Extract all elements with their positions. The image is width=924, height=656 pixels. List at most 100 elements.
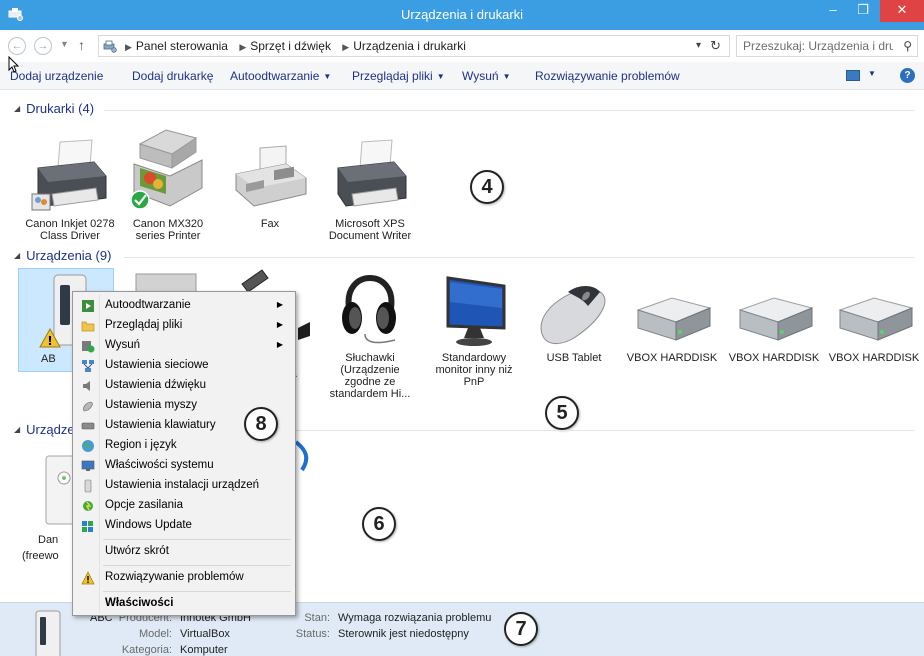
collapse-triangle-icon[interactable]: ◢: [14, 104, 20, 113]
menu-item-troubleshoot[interactable]: Rozwiązywanie problemów: [75, 568, 293, 588]
group-devices-label: Urządzenia (9): [26, 248, 112, 263]
address-bar: ← → ▼ ↑ ▶ Panel sterowania ▶ Sprzęt i dźwi…: [0, 30, 924, 62]
submenu-arrow-icon: ▶: [276, 340, 283, 349]
minimize-button[interactable]: –: [818, 0, 848, 22]
help-icon[interactable]: ?: [900, 68, 915, 83]
devices-and-printers-window: Urządzenia i drukarki – ❐ ✕ ← → ▼ ↑ ▶ Pan…: [0, 0, 924, 656]
browse-files-button[interactable]: Przeglądaj pliki ▼: [352, 69, 445, 83]
group-header-other[interactable]: ◢ Urządze: [14, 422, 75, 438]
svg-text:!: !: [47, 334, 52, 348]
callout-6: 6: [362, 507, 396, 541]
autoplay-label: Autoodtwarzanie: [230, 69, 320, 83]
menu-item-browse-files[interactable]: Przeglądaj pliki ▶: [75, 316, 293, 336]
chevron-down-icon: ▼: [502, 72, 511, 81]
callout-8: 8: [244, 407, 278, 441]
address-dropdown-icon[interactable]: ▾: [696, 40, 701, 51]
chevron-down-icon: ▼: [436, 72, 445, 81]
folder-icon: [81, 321, 95, 332]
group-other-label: Urządze: [26, 422, 75, 437]
breadcrumb-control-panel[interactable]: Panel sterowania: [136, 39, 228, 53]
menu-item-windows-update[interactable]: Windows Update: [75, 516, 293, 536]
menu-item-label: Właściwości: [105, 597, 174, 609]
network-icon: [82, 360, 94, 372]
breadcrumb-separator-icon: ▶: [239, 42, 247, 52]
menu-item-eject[interactable]: Wysuń ▶: [75, 336, 293, 356]
details-category-label: Kategoria:: [121, 644, 172, 656]
callout-7: 7: [504, 612, 538, 646]
menu-item-power-options[interactable]: Opcje zasilania: [75, 496, 293, 516]
search-input[interactable]: Przeszukaj: Urządzenia i druka... ⚲: [736, 35, 918, 57]
device-canon-mx320[interactable]: Canon MX320 series Printer: [120, 126, 216, 242]
device-standard-monitor[interactable]: Standardowy monitor inny niż PnP: [426, 268, 522, 388]
menu-item-create-shortcut[interactable]: Utwórz skrót: [75, 542, 293, 562]
menu-item-autoplay[interactable]: Autoodtwarzanie ▶: [75, 296, 293, 316]
details-status-value: Sterownik jest niedostępny: [338, 628, 469, 640]
change-view-icon[interactable]: [846, 70, 860, 81]
close-button[interactable]: ✕: [880, 0, 924, 22]
eject-button[interactable]: Wysuń ▼: [462, 69, 511, 83]
maximize-button[interactable]: ❐: [848, 0, 878, 22]
add-printer-button[interactable]: Dodaj drukarkę: [132, 69, 213, 83]
add-device-label: Dodaj urządzenie: [10, 69, 104, 83]
menu-item-label: Przeglądaj pliki: [105, 319, 183, 331]
device-headphones[interactable]: Słuchawki (Urządzenie zgodne ze standard…: [322, 268, 418, 400]
globe-icon: [82, 440, 94, 452]
back-button[interactable]: ←: [8, 37, 26, 55]
search-icon[interactable]: ⚲: [903, 39, 912, 53]
autoplay-button[interactable]: Autoodtwarzanie ▼: [230, 69, 331, 83]
menu-item-network-settings[interactable]: Ustawienia sieciowe: [75, 356, 293, 376]
menu-item-properties[interactable]: Właściwości: [75, 594, 293, 614]
device-fax[interactable]: Fax: [222, 134, 318, 230]
speaker-icon: [83, 381, 90, 391]
refresh-icon[interactable]: ↻: [710, 38, 721, 54]
device-canon-inkjet[interactable]: Canon Inkjet 0278 Class Driver: [22, 134, 118, 242]
forward-button[interactable]: →: [34, 37, 52, 55]
group-printers-label: Drukarki (4): [26, 101, 95, 116]
computer-tower-icon: [35, 610, 61, 656]
menu-item-label: Ustawienia klawiatury: [105, 419, 216, 431]
device-label: VBOX HARDDISK: [728, 352, 820, 364]
group-divider: [124, 257, 914, 258]
hard-disk-icon: [624, 268, 720, 348]
mouse-cursor-icon: [8, 56, 20, 73]
details-category-value: Komputer: [180, 644, 228, 656]
chevron-down-icon: ▼: [323, 72, 332, 81]
device-vbox-harddisk-3[interactable]: VBOX HARDDISK: [826, 268, 922, 364]
windows-update-icon: [82, 521, 93, 532]
menu-item-label: Ustawienia myszy: [105, 399, 198, 411]
collapse-triangle-icon[interactable]: ◢: [14, 425, 20, 434]
troubleshoot-button[interactable]: Rozwiązywanie problemów: [535, 69, 680, 83]
menu-item-label: Opcje zasilania: [105, 499, 183, 511]
search-placeholder: Przeszukaj: Urządzenia i druka...: [743, 39, 893, 53]
menu-separator: [103, 591, 291, 592]
device-usb-tablet[interactable]: USB Tablet: [526, 268, 622, 364]
callout-5: 5: [545, 396, 579, 430]
device-vbox-harddisk-2[interactable]: VBOX HARDDISK: [726, 268, 822, 364]
menu-separator: [103, 565, 291, 566]
headphones-icon: [322, 268, 418, 348]
menu-item-label: Windows Update: [105, 519, 192, 531]
multifunction-printer-icon: [120, 126, 216, 214]
view-dropdown-icon[interactable]: ▼: [868, 69, 876, 78]
collapse-triangle-icon[interactable]: ◢: [14, 251, 20, 260]
menu-item-device-installation-settings[interactable]: Ustawienia instalacji urządzeń: [75, 476, 293, 496]
group-header-devices[interactable]: ◢ Urządzenia (9): [14, 248, 111, 264]
group-header-printers[interactable]: ◢ Drukarki (4): [14, 101, 94, 117]
submenu-arrow-icon: ▶: [276, 320, 283, 329]
add-device-button[interactable]: Dodaj urządzenie: [10, 69, 103, 83]
breadcrumb-devices-printers[interactable]: Urządzenia i drukarki: [353, 39, 466, 53]
breadcrumb-hardware-sound[interactable]: Sprzęt i dźwięk: [250, 39, 331, 53]
mouse-icon: [526, 268, 622, 348]
device-microsoft-xps[interactable]: Microsoft XPS Document Writer: [322, 134, 418, 242]
title-bar: Urządzenia i drukarki – ❐ ✕: [0, 0, 924, 30]
menu-item-sound-settings[interactable]: Ustawienia dźwięku: [75, 376, 293, 396]
device-vbox-harddisk-1[interactable]: VBOX HARDDISK: [624, 268, 720, 364]
up-button[interactable]: ↑: [78, 37, 85, 53]
breadcrumb[interactable]: ▶ Panel sterowania ▶ Sprzęt i dźwięk ▶ Urzą…: [98, 35, 730, 57]
hard-disk-icon: [826, 268, 922, 348]
device-label: VBOX HARDDISK: [626, 352, 718, 364]
menu-item-system-properties[interactable]: Właściwości systemu: [75, 456, 293, 476]
group-divider: [296, 430, 914, 431]
recent-locations-dropdown-icon[interactable]: ▼: [60, 39, 69, 49]
menu-item-label: Wysuń: [105, 339, 141, 351]
